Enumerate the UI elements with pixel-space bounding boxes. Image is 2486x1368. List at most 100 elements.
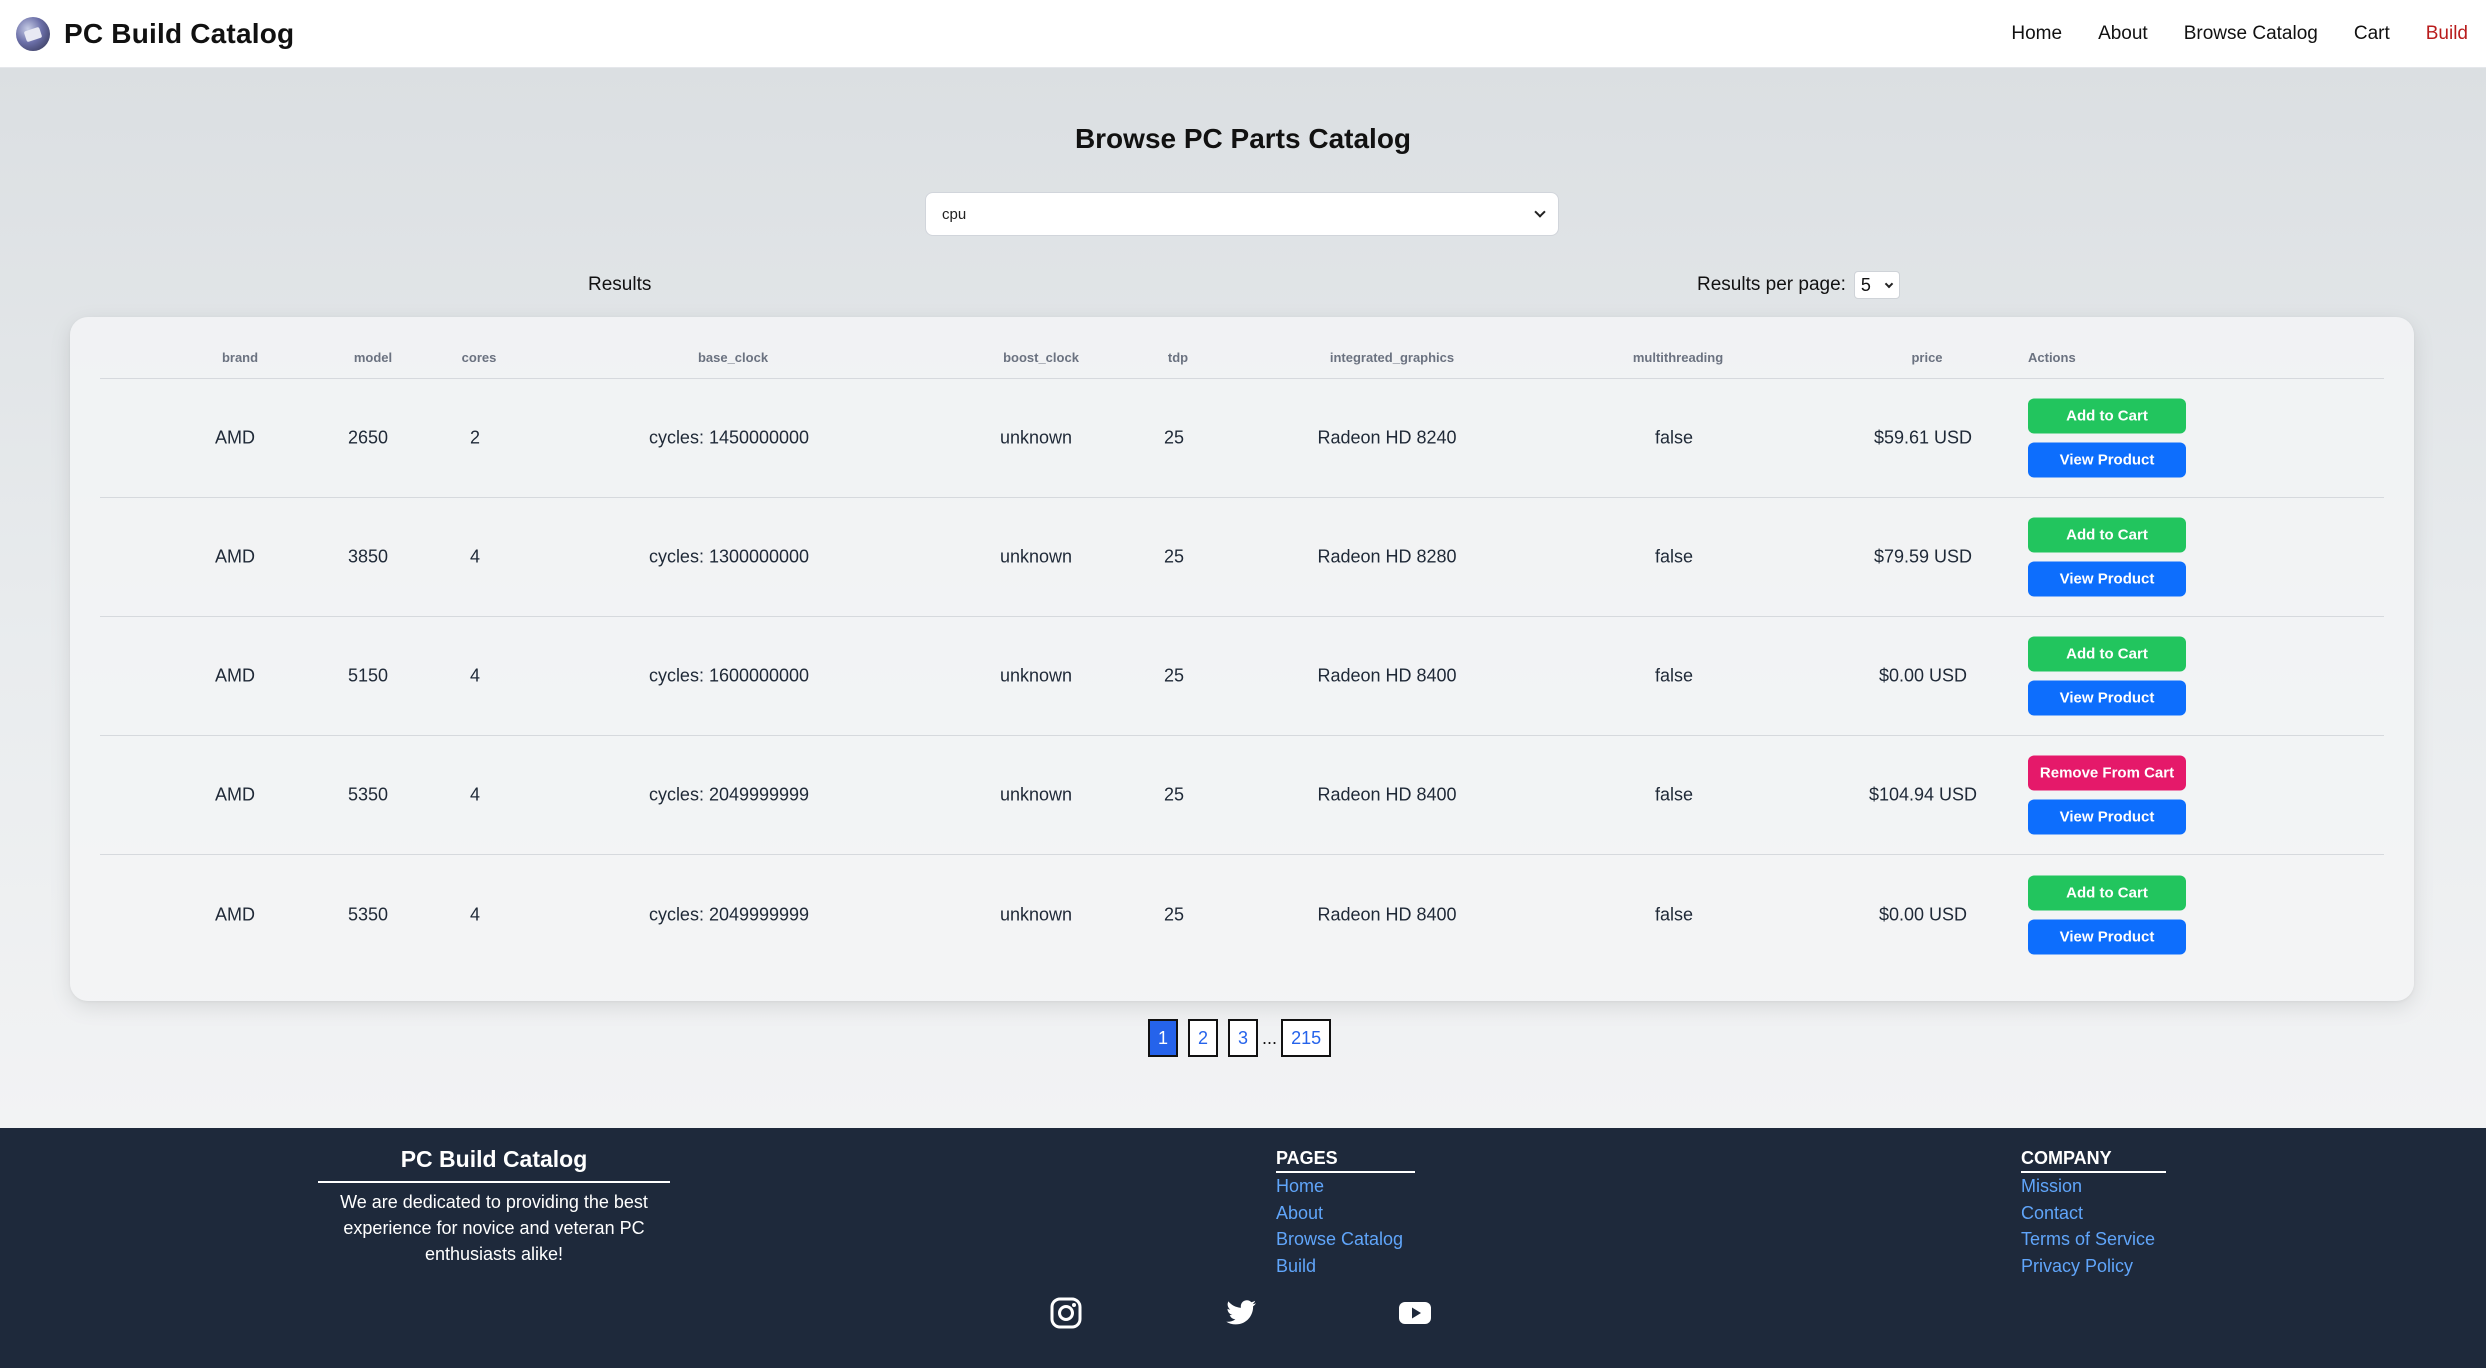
- nav-link-build[interactable]: Build: [2426, 23, 2468, 45]
- footer-link-terms-of-service[interactable]: Terms of Service: [2021, 1226, 2166, 1253]
- cell-boost-clock: unknown: [999, 546, 1073, 567]
- footer-company-title: COMPANY: [2021, 1148, 2166, 1173]
- footer-link-browse-catalog[interactable]: Browse Catalog: [1276, 1226, 1415, 1253]
- table-header: brand model cores base_clock boost_clock…: [100, 317, 2384, 379]
- cell-tdp: 25: [1163, 904, 1185, 924]
- cell-model: 5350: [347, 784, 389, 805]
- cell-integrated-graphics: Radeon HD 8400: [1317, 665, 1457, 686]
- cell-cores: 4: [469, 546, 481, 567]
- cell-model: 5350: [347, 904, 389, 924]
- footer-link-home[interactable]: Home: [1276, 1173, 1415, 1200]
- column-header-boost-clock: boost_clock: [1003, 350, 1079, 365]
- site-footer: PC Build Catalog We are dedicated to pro…: [0, 1128, 2486, 1368]
- brand-logo-icon: [16, 16, 50, 51]
- cell-price: $0.00 USD: [1878, 665, 1968, 686]
- footer-link-about[interactable]: About: [1276, 1200, 1415, 1227]
- cell-multithreading: false: [1654, 427, 1694, 448]
- cell-brand: AMD: [215, 665, 255, 686]
- page-button-1[interactable]: 1: [1148, 1019, 1179, 1057]
- table-row: AMD 5350 4 cycles: 2049999999 unknown 25…: [100, 855, 2384, 974]
- cell-integrated-graphics: Radeon HD 8400: [1317, 784, 1457, 805]
- view-product-button[interactable]: View Product: [2028, 799, 2186, 835]
- page-button-3[interactable]: 3: [1228, 1019, 1259, 1057]
- chevron-down-icon: [1534, 206, 1546, 218]
- footer-link-privacy-policy[interactable]: Privacy Policy: [2021, 1253, 2166, 1280]
- nav-links: Home About Browse Catalog Cart Build: [2011, 23, 2468, 45]
- footer-link-contact[interactable]: Contact: [2021, 1200, 2166, 1227]
- pagination-ellipsis: ...: [1262, 1027, 1278, 1048]
- table-row: AMD 5150 4 cycles: 1600000000 unknown 25…: [100, 617, 2384, 736]
- remove-from-cart-button[interactable]: Remove From Cart: [2028, 755, 2186, 791]
- cell-tdp: 25: [1163, 784, 1185, 805]
- cell-model: 3850: [347, 546, 389, 567]
- cell-boost-clock: unknown: [999, 904, 1073, 924]
- cell-base-clock: cycles: 1300000000: [648, 546, 810, 567]
- brand-title: PC Build Catalog: [64, 17, 295, 49]
- cell-base-clock: cycles: 2049999999: [648, 904, 810, 924]
- youtube-icon[interactable]: [1398, 1296, 1432, 1330]
- cell-tdp: 25: [1163, 665, 1185, 686]
- cell-tdp: 25: [1163, 546, 1185, 567]
- add-to-cart-button[interactable]: Add to Cart: [2028, 875, 2186, 910]
- row-actions: Add to Cart View Product: [2028, 636, 2186, 716]
- view-product-button[interactable]: View Product: [2028, 442, 2186, 478]
- view-product-button[interactable]: View Product: [2028, 919, 2186, 954]
- row-actions: Add to Cart View Product: [2028, 517, 2186, 597]
- cell-boost-clock: unknown: [999, 784, 1073, 805]
- add-to-cart-button[interactable]: Add to Cart: [2028, 398, 2186, 434]
- column-header-cores: cores: [461, 350, 497, 365]
- cell-price: $104.94 USD: [1868, 784, 1978, 805]
- instagram-icon[interactable]: [1049, 1296, 1083, 1330]
- cell-cores: 4: [469, 904, 481, 924]
- nav-link-about[interactable]: About: [2098, 23, 2148, 45]
- column-header-model: model: [353, 350, 393, 365]
- view-product-button[interactable]: View Product: [2028, 561, 2186, 597]
- footer-link-mission[interactable]: Mission: [2021, 1173, 2166, 1200]
- cell-tdp: 25: [1163, 427, 1185, 448]
- cell-model: 2650: [347, 427, 389, 448]
- footer-company: COMPANY Mission Contact Terms of Service…: [2021, 1148, 2166, 1279]
- nav-link-browse-catalog[interactable]: Browse Catalog: [2184, 23, 2318, 45]
- cell-cores: 2: [469, 427, 481, 448]
- nav-link-cart[interactable]: Cart: [2354, 23, 2390, 45]
- cell-boost-clock: unknown: [999, 427, 1073, 448]
- footer-pages-title: PAGES: [1276, 1148, 1415, 1173]
- cell-multithreading: false: [1654, 665, 1694, 686]
- table-row: AMD 3850 4 cycles: 1300000000 unknown 25…: [100, 498, 2384, 617]
- add-to-cart-button[interactable]: Add to Cart: [2028, 636, 2186, 672]
- column-header-brand: brand: [221, 350, 259, 365]
- cell-multithreading: false: [1654, 784, 1694, 805]
- table-row: AMD 5350 4 cycles: 2049999999 unknown 25…: [100, 736, 2384, 855]
- results-label: Results: [588, 274, 652, 295]
- page-button-2[interactable]: 2: [1188, 1019, 1219, 1057]
- results-per-page-select[interactable]: 5: [1853, 271, 1900, 299]
- results-table: brand model cores base_clock boost_clock…: [70, 317, 2414, 1001]
- cell-price: $79.59 USD: [1873, 546, 1973, 567]
- cell-integrated-graphics: Radeon HD 8400: [1317, 904, 1457, 924]
- row-actions: Add to Cart View Product: [2028, 398, 2186, 478]
- view-product-button[interactable]: View Product: [2028, 680, 2186, 716]
- nav-link-home[interactable]: Home: [2011, 23, 2062, 45]
- brand[interactable]: PC Build Catalog: [16, 16, 295, 51]
- results-per-page-label: Results per page:: [1697, 274, 1846, 295]
- cell-cores: 4: [469, 665, 481, 686]
- cell-model: 5150: [347, 665, 389, 686]
- cell-brand: AMD: [215, 904, 255, 924]
- cell-integrated-graphics: Radeon HD 8240: [1317, 427, 1457, 448]
- footer-about-text: We are dedicated to providing the best e…: [340, 1192, 648, 1264]
- page-button-last[interactable]: 215: [1281, 1019, 1332, 1057]
- category-select-value: cpu: [942, 205, 967, 223]
- catalog-main: Browse PC Parts Catalog cpu Results Resu…: [0, 68, 2486, 1128]
- category-select[interactable]: cpu: [925, 192, 1559, 236]
- cell-base-clock: cycles: 2049999999: [648, 784, 810, 805]
- row-actions: Add to Cart View Product: [2028, 875, 2186, 954]
- chevron-down-icon: [1884, 279, 1894, 288]
- footer-about-title: PC Build Catalog: [318, 1146, 670, 1183]
- twitter-icon[interactable]: [1224, 1296, 1258, 1330]
- footer-link-build[interactable]: Build: [1276, 1253, 1415, 1280]
- column-header-multithreading: multithreading: [1632, 350, 1724, 365]
- column-header-base-clock: base_clock: [697, 350, 769, 365]
- add-to-cart-button[interactable]: Add to Cart: [2028, 517, 2186, 553]
- results-per-page-value: 5: [1860, 274, 1871, 295]
- row-actions: Remove From Cart View Product: [2028, 755, 2186, 835]
